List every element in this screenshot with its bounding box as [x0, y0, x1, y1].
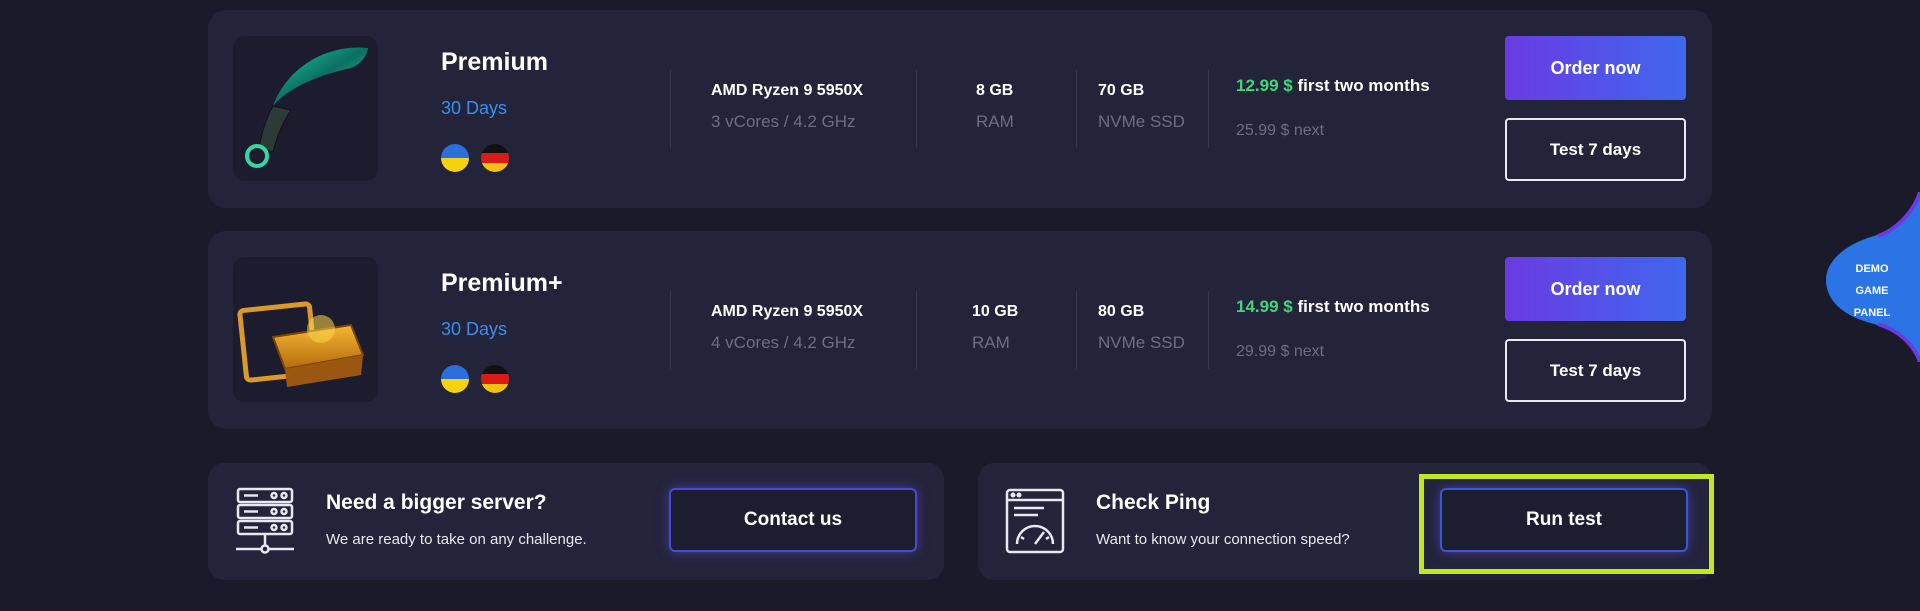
- plan-card-premium-plus: Premium+ 30 Days AMD Ryzen 9 5950X 4 vCo…: [208, 231, 1712, 429]
- germany-flag-icon: [481, 144, 509, 172]
- divider: [1076, 70, 1077, 148]
- bigger-server-title: Need a bigger server?: [326, 491, 547, 514]
- speedometer-icon: [1004, 486, 1066, 556]
- price-amount: 12.99 $: [1236, 76, 1293, 95]
- contact-us-button[interactable]: Contact us: [669, 488, 917, 552]
- test-7-days-button[interactable]: Test 7 days: [1505, 339, 1686, 402]
- location-flags: [441, 144, 509, 172]
- plan-duration: 30 Days: [441, 98, 508, 118]
- price-next: 29.99 $ next: [1236, 343, 1325, 360]
- plan-duration: 30 Days: [441, 319, 508, 339]
- ukraine-flag-icon: [441, 365, 469, 393]
- ram-label: RAM: [972, 333, 1010, 352]
- test-7-days-button[interactable]: Test 7 days: [1505, 118, 1686, 181]
- divider: [1076, 291, 1077, 369]
- plan-card-premium: Premium 30 Days AMD Ryzen 9 5950X 3 vCor…: [208, 10, 1712, 208]
- divider: [670, 291, 671, 369]
- plan-name: Premium: [441, 48, 548, 76]
- ram-value: 10 GB: [972, 303, 1019, 320]
- germany-flag-icon: [481, 365, 509, 393]
- plan-name: Premium+: [441, 269, 563, 297]
- cpu-model: AMD Ryzen 9 5950X: [711, 82, 864, 99]
- disk-label: NVMe SSD: [1098, 333, 1185, 352]
- price-intro: 14.99 $ first two months: [1236, 297, 1430, 317]
- bigger-server-subtitle: We are ready to take on any challenge.: [326, 531, 587, 548]
- highlight-box: [1419, 474, 1714, 574]
- price-intro: 12.99 $ first two months: [1236, 76, 1430, 96]
- cpu-model: AMD Ryzen 9 5950X: [711, 303, 864, 320]
- location-flags: [441, 365, 509, 393]
- disk-label: NVMe SSD: [1098, 112, 1185, 131]
- ram-label: RAM: [976, 112, 1014, 131]
- cpu-detail: 4 vCores / 4.2 GHz: [711, 333, 856, 352]
- price-next: 25.99 $ next: [1236, 122, 1325, 139]
- demo-line: GAME: [1855, 285, 1889, 297]
- divider: [670, 70, 671, 148]
- demo-line: PANEL: [1853, 307, 1891, 319]
- divider: [1208, 291, 1209, 369]
- cpu-detail: 3 vCores / 4.2 GHz: [711, 112, 856, 131]
- demo-line: DEMO: [1855, 263, 1889, 275]
- demo-game-panel-label[interactable]: DEMO GAME PANEL: [1842, 258, 1902, 324]
- price-text: first two months: [1297, 297, 1430, 316]
- ukraine-flag-icon: [441, 144, 469, 172]
- disk-value: 80 GB: [1098, 303, 1145, 320]
- divider: [916, 70, 917, 148]
- ram-value: 8 GB: [976, 82, 1014, 99]
- price-text: first two months: [1297, 76, 1430, 95]
- price-amount: 14.99 $: [1236, 297, 1293, 316]
- divider: [916, 291, 917, 369]
- order-now-button[interactable]: Order now: [1505, 257, 1686, 321]
- server-rack-icon: [234, 486, 296, 556]
- order-now-button[interactable]: Order now: [1505, 36, 1686, 100]
- divider: [1208, 70, 1209, 148]
- disk-value: 70 GB: [1098, 82, 1145, 99]
- bigger-server-card: Need a bigger server? We are ready to ta…: [208, 463, 944, 580]
- check-ping-subtitle: Want to know your connection speed?: [1096, 531, 1350, 548]
- gold-case-icon: [233, 257, 378, 402]
- karambit-knife-icon: [233, 36, 378, 181]
- check-ping-title: Check Ping: [1096, 491, 1211, 514]
